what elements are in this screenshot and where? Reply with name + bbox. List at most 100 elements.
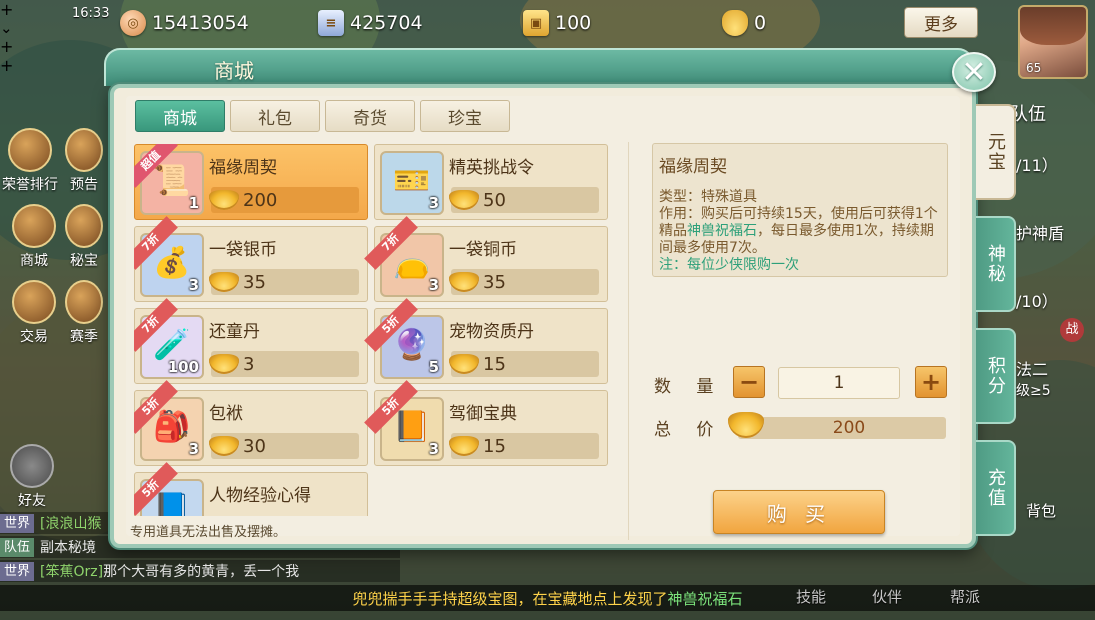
item-name: 精英挑战令 [449,158,534,178]
preview-icon [65,128,103,172]
menu-treasure[interactable]: 秘宝 [62,204,106,270]
chat-sender[interactable]: [浪浪山猴 [40,513,101,533]
item-stock: 100 [167,358,199,376]
nav-skills[interactable]: 技能 [796,586,826,607]
abacus-icon [12,280,56,324]
menu-trade[interactable]: 交易 [6,280,62,346]
menu-season[interactable]: 赛季 [62,280,106,346]
item-grid[interactable]: 📜 1 超值 福缘周契 200 🎫 3 精英挑战令 50 💰 3 7折 一袋银币… [134,144,608,516]
nav-guild[interactable]: 帮派 [950,586,980,607]
silver-amount: 425704 [350,12,423,34]
gold-ingot-icon [209,190,239,210]
item-name: 包袱 [209,404,243,424]
more-button[interactable]: 更多 [904,7,978,38]
chat-channel-tag: 队伍 [0,537,35,557]
side-tab-points[interactable]: 积分 [976,328,1016,424]
increase-quantity-button[interactable]: + [915,366,947,398]
quantity-label: 数 量 [654,377,724,397]
item-glyph: 🎫 [393,163,431,199]
quest-peek-text: /10） [1016,292,1058,311]
close-button[interactable]: ✕ [952,52,996,92]
resource-copper: ◎ 15413054 [120,8,249,38]
item-stock: 3 [428,276,439,294]
item-card[interactable]: 📘 5折 人物经验心得 [134,462,368,516]
quest-peek-text: 级≥5 [1016,383,1051,399]
price-value: 3 [243,353,255,375]
item-price: 35 [209,269,359,295]
decrease-quantity-button[interactable]: − [733,366,765,398]
menu-friends[interactable]: 好友 [4,444,60,510]
close-icon: ✕ [961,54,987,90]
item-stock: 1 [188,194,199,212]
tab-shop[interactable]: 商城 [135,100,225,132]
item-card[interactable]: 🎒 3 5折 包袱 30 [134,380,368,466]
tab-gift-pack[interactable]: 礼包 [230,100,320,132]
item-card[interactable]: 💰 3 7折 一袋银币 35 [134,216,368,302]
player-avatar[interactable]: 65 [1018,5,1088,79]
item-price: 200 [209,187,359,213]
item-name: 人物经验心得 [209,486,311,506]
jade-token-icon: ▣ [523,10,549,36]
gold-ingot-icon [209,354,239,374]
battle-badge[interactable]: 战 [1060,318,1084,342]
chat-channel-tag: 世界 [0,561,35,581]
trophy-icon [8,128,52,172]
price-value: 15 [483,435,506,457]
item-card[interactable]: 👝 3 7折 一袋铜币 35 [364,216,608,302]
blue-token-icon: 🎫 3 [380,151,444,215]
quest-peek-text: 法二 [1016,360,1049,379]
menu-honor-rank[interactable]: 荣誉排行 [2,128,58,194]
resource-silver: ≡ 425704 [318,8,423,38]
shop-icon [12,204,56,248]
item-card[interactable]: 🔮 5 5折 宠物资质丹 15 [364,298,608,384]
item-glyph: 🧪 [153,327,191,363]
chat-line: 世界 [笨蕉Orz] 那个大哥有多的黄青，丢一个我 [0,560,400,582]
gold-ingot-icon [449,190,479,210]
quest-peek-text: 护神盾 [1016,224,1065,243]
buy-button[interactable]: 购 买 [713,490,885,534]
nav-partners[interactable]: 伙伴 [872,586,902,607]
gold-ingot-icon [449,436,479,456]
gold-ingot-icon [209,272,239,292]
copper-coin-icon: ◎ [120,10,146,36]
item-glyph: 📘 [153,491,191,516]
copper-amount: 15413054 [152,12,249,34]
item-name: 福缘周契 [209,158,277,178]
menu-shop[interactable]: 商城 [6,204,62,270]
quantity-input[interactable]: 1 [778,367,900,399]
item-card[interactable]: 📜 1 超值 福缘周契 200 [134,144,368,220]
item-card[interactable]: 📙 3 5折 驾御宝典 15 [364,380,608,466]
side-tab-mystery[interactable]: 神秘 [976,216,1016,312]
item-card[interactable]: 🎫 3 精英挑战令 50 [374,144,608,220]
resource-bar: 16:33 ◎ 15413054 + ≡ 425704 ⌄ ▣ 100 + 0 … [0,0,1010,75]
player-level: 65 [1026,61,1042,75]
gold-ingot-icon [449,354,479,374]
season-icon [65,280,103,324]
tab-treasure[interactable]: 珍宝 [420,100,510,132]
menu-preview[interactable]: 预告 [62,128,106,194]
item-price: 15 [449,351,599,377]
avatar-hair [1020,7,1086,45]
price-value: 15 [483,353,506,375]
total-price: 200 [738,417,946,439]
resource-jade: ▣ 100 [523,8,591,38]
item-card[interactable]: 🧪 100 7折 还童丹 3 [134,298,368,384]
gold-ingot-icon [209,436,239,456]
detail-item-name: 福缘周契 [659,157,727,177]
item-price: 15 [449,433,599,459]
side-tab-ingot[interactable]: 元宝 [976,104,1016,200]
chat-sender[interactable]: [笨蕉Orz] [40,561,103,581]
menu-label: 秘宝 [70,253,98,269]
item-price: 3 [209,351,359,377]
plus-icon: + [920,368,942,396]
silver-scroll-icon: ≡ [318,10,344,36]
item-stock: 3 [188,440,199,458]
side-tab-recharge[interactable]: 充值 [976,440,1016,536]
price-value: 50 [483,189,506,211]
chat-channel-tag: 世界 [0,513,35,533]
detail-type: 类型：特殊道具 [659,189,757,205]
backpack-label[interactable]: 背包 [1026,500,1056,521]
gold-ingot-icon [722,10,748,36]
tab-rare-goods[interactable]: 奇货 [325,100,415,132]
shop-title: 商城 [214,59,254,83]
